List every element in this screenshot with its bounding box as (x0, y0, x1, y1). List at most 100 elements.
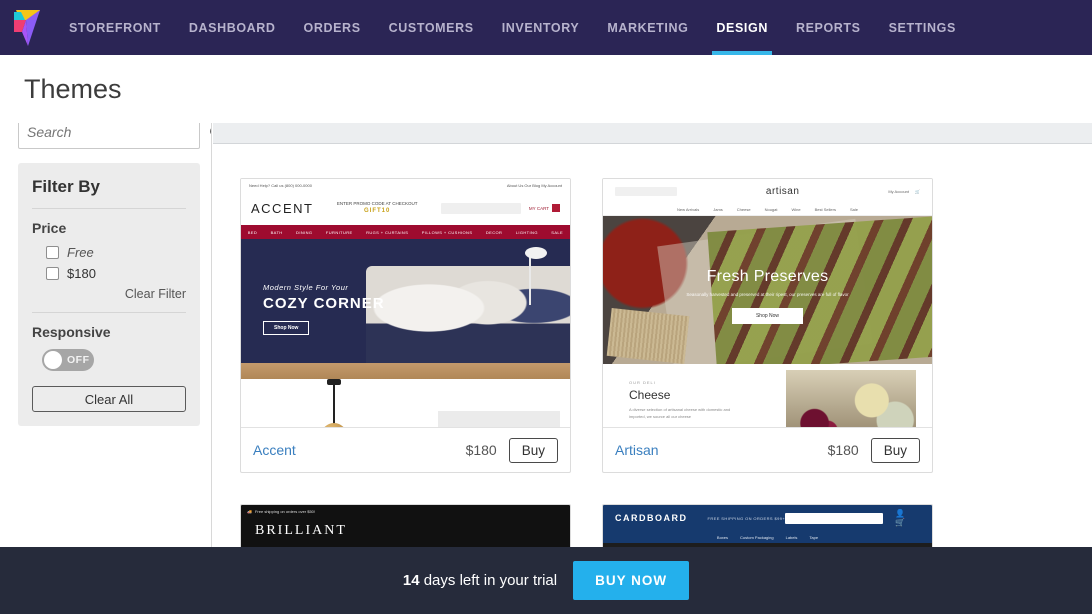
nav-item-storefront[interactable]: STOREFRONT (55, 0, 175, 55)
filter-checkbox-180[interactable]: $180 (46, 266, 186, 281)
theme-grid-region: Need Help? Call us (800) 000-0000 About … (213, 123, 1092, 614)
accent-nav-item: DINING (296, 229, 313, 235)
filter-group-responsive: Responsive OFF (32, 313, 186, 371)
theme-price-accent: $180 (465, 442, 497, 458)
accent-nav-item: FURNITURE (325, 229, 353, 235)
accent-topbar-left: Need Help? Call us (800) 000-0000 (249, 182, 312, 188)
accent-cart-label: MY CART (528, 205, 549, 211)
artisan-nav-item: Sale (849, 206, 858, 212)
responsive-toggle-state: OFF (67, 354, 90, 366)
responsive-toggle[interactable]: OFF (42, 349, 94, 371)
accent-promo-code: GIFT10 (364, 207, 391, 214)
accent-product-tile (438, 411, 560, 427)
search-icon[interactable] (209, 123, 211, 145)
theme-card-footer: Artisan $180 Buy (603, 428, 932, 472)
artisan-nav: New Arrivals Jams Cheese Nougat Wine Bes… (603, 203, 932, 216)
accent-nav: BED BATH DINING FURNITURE RUGS + CURTAIN… (241, 225, 570, 239)
accent-nav-item: SALE (551, 229, 564, 235)
theme-price-artisan: $180 (827, 442, 859, 458)
bigcommerce-logo-icon (13, 9, 40, 46)
grid-top-band (213, 123, 1092, 144)
theme-name-artisan[interactable]: Artisan (615, 442, 828, 458)
page-title: Themes (24, 73, 122, 104)
accent-search-box (440, 202, 521, 214)
cart-icon: 🛒 (915, 188, 920, 194)
cardboard-account-cart-icons: 👤🛒 (895, 509, 910, 527)
accent-nav-item: BED (247, 229, 258, 235)
artisan-account-label: My Account (888, 188, 910, 194)
accent-brand: ACCENT (251, 200, 314, 216)
page-header: Themes (0, 55, 1092, 123)
accent-hero-floor (241, 363, 570, 379)
artisan-cheese-image (786, 370, 916, 427)
buy-button-artisan[interactable]: Buy (870, 437, 920, 463)
cardboard-nav-item: Boxes (716, 534, 729, 540)
filter-group-responsive-label: Responsive (32, 324, 111, 340)
artisan-search-box (615, 186, 677, 196)
nav-item-customers[interactable]: CUSTOMERS (375, 0, 488, 55)
cardboard-brand: CARDBOARD (615, 513, 688, 523)
cardboard-nav-item: Labels (785, 534, 798, 540)
buy-button-accent[interactable]: Buy (508, 437, 558, 463)
artisan-section-desc: A diverse selection of artisanal cheese … (629, 407, 731, 420)
filter-panel: Filter By Price Free $180 Clear Filter R… (18, 163, 200, 426)
theme-card-artisan[interactable]: artisan My Account 🛒 New Arrivals Jams C… (602, 178, 933, 473)
cardboard-search-box (785, 512, 884, 524)
clear-filter-link[interactable]: Clear Filter (32, 287, 186, 313)
artisan-nav-item: Jams (713, 206, 723, 212)
accent-hero-kicker: Modern Style For Your (263, 283, 349, 292)
brand-logo[interactable] (0, 0, 55, 55)
theme-name-accent[interactable]: Accent (253, 442, 466, 458)
accent-pendant-cord (333, 385, 335, 425)
search-input[interactable] (19, 124, 209, 140)
artisan-nav-item: Wine (791, 206, 801, 212)
cardboard-announcement: FREE SHIPPING ON ORDERS $99+ (707, 515, 786, 521)
brilliant-brand: BRILLIANT (255, 523, 347, 538)
filter-checkbox-free[interactable]: Free (46, 245, 186, 260)
artisan-hero-title: Fresh Preserves (706, 268, 829, 285)
nav-item-dashboard[interactable]: DASHBOARD (175, 0, 290, 55)
checkbox-icon[interactable] (46, 267, 59, 280)
buy-now-button[interactable]: BUY NOW (573, 561, 690, 600)
nav-item-settings[interactable]: SETTINGS (875, 0, 970, 55)
cart-icon (552, 204, 560, 212)
nav-item-orders[interactable]: ORDERS (290, 0, 375, 55)
theme-preview-artisan[interactable]: artisan My Account 🛒 New Arrivals Jams C… (603, 179, 932, 428)
trial-message: 14 days left in your trial (403, 572, 557, 589)
artisan-hero-subtitle: Seasonally harvested and preserved at th… (686, 292, 849, 297)
trial-message-text: days left in your trial (423, 572, 558, 589)
accent-nav-item: BATH (270, 229, 283, 235)
accent-nav-item: RUGS + CURTAINS (366, 229, 409, 235)
theme-preview-accent[interactable]: Need Help? Call us (800) 000-0000 About … (241, 179, 570, 428)
theme-search-box[interactable] (18, 123, 211, 149)
filter-sidebar: Filter By Price Free $180 Clear Filter R… (0, 123, 212, 614)
cardboard-nav-item: Tape (809, 534, 819, 540)
accent-lamp-icon (525, 247, 547, 305)
trial-days-count: 14 (402, 572, 420, 589)
nav-item-reports[interactable]: REPORTS (782, 0, 875, 55)
accent-pendant-lamp (321, 423, 347, 427)
cardboard-nav: Boxes Custom Packaging Labels Tape (603, 531, 932, 543)
clear-all-button[interactable]: Clear All (32, 386, 186, 412)
filter-group-price: Price Free $180 Clear Filter (32, 209, 186, 313)
artisan-nav-item: Cheese (736, 206, 751, 212)
nav-item-design[interactable]: DESIGN (702, 0, 782, 55)
accent-nav-item: DECOR (485, 229, 503, 235)
nav-item-inventory[interactable]: INVENTORY (488, 0, 594, 55)
trial-banner: 14 days left in your trial BUY NOW (0, 547, 1092, 614)
filter-group-price-label: Price (32, 220, 67, 236)
main-content-area: Filter By Price Free $180 Clear Filter R… (0, 123, 1092, 614)
artisan-brand: artisan (765, 185, 800, 197)
truck-icon: 🚚 (247, 508, 252, 514)
accent-topbar-right: About Us Our Blog My Account (506, 182, 562, 188)
cardboard-nav-item: Custom Packaging (740, 534, 774, 540)
artisan-nav-item: Best Sellers (814, 206, 836, 212)
nav-item-marketing[interactable]: MARKETING (593, 0, 702, 55)
filter-checkbox-free-label: Free (67, 245, 94, 260)
theme-card-accent[interactable]: Need Help? Call us (800) 000-0000 About … (240, 178, 571, 473)
accent-hero-cta: Shop Now (263, 321, 310, 335)
artisan-hero-cta: Shop Now (731, 307, 804, 324)
artisan-nav-item: Nougat (764, 206, 778, 212)
nav-item-list: STOREFRONT DASHBOARD ORDERS CUSTOMERS IN… (55, 0, 970, 55)
checkbox-icon[interactable] (46, 246, 59, 259)
